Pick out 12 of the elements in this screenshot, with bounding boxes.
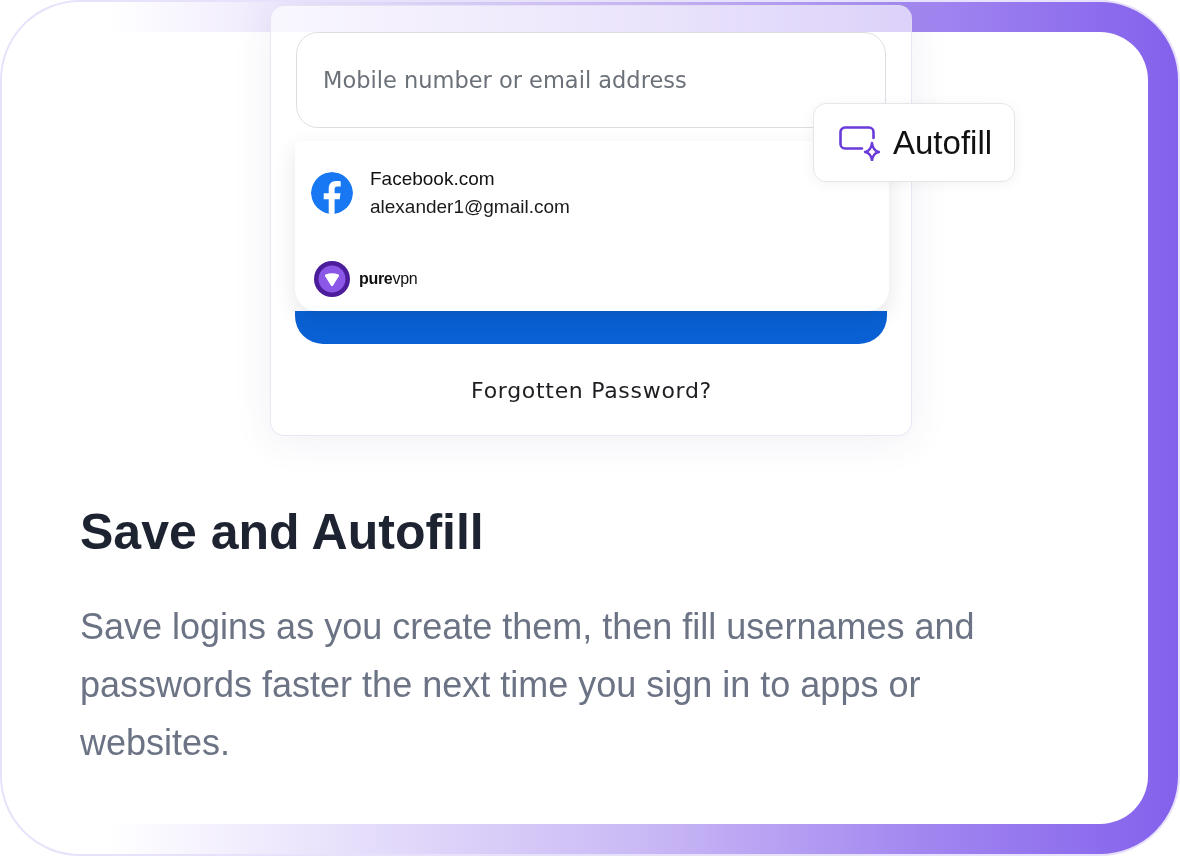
site-logo-icon (311, 172, 353, 214)
site-name[interactable]: Facebook.com (370, 165, 495, 193)
account-email: alexander1@gmail.com (370, 195, 570, 219)
login-button[interactable] (295, 311, 887, 344)
shield-icon (314, 261, 350, 297)
forgot-password-link[interactable]: Forgotten Password? (471, 376, 712, 406)
feature-title: Save and Autofill (80, 503, 484, 562)
sparkle-field-icon (838, 124, 880, 161)
autofill-label: Autofill (893, 123, 993, 162)
identifier-field[interactable]: Mobile number or email address (296, 32, 886, 128)
brand-name: purevpn (359, 270, 418, 288)
feature-description: Save logins as you create them, then fill usernames and passwords faster the next time you sign in to apps or websites. (80, 605, 976, 765)
